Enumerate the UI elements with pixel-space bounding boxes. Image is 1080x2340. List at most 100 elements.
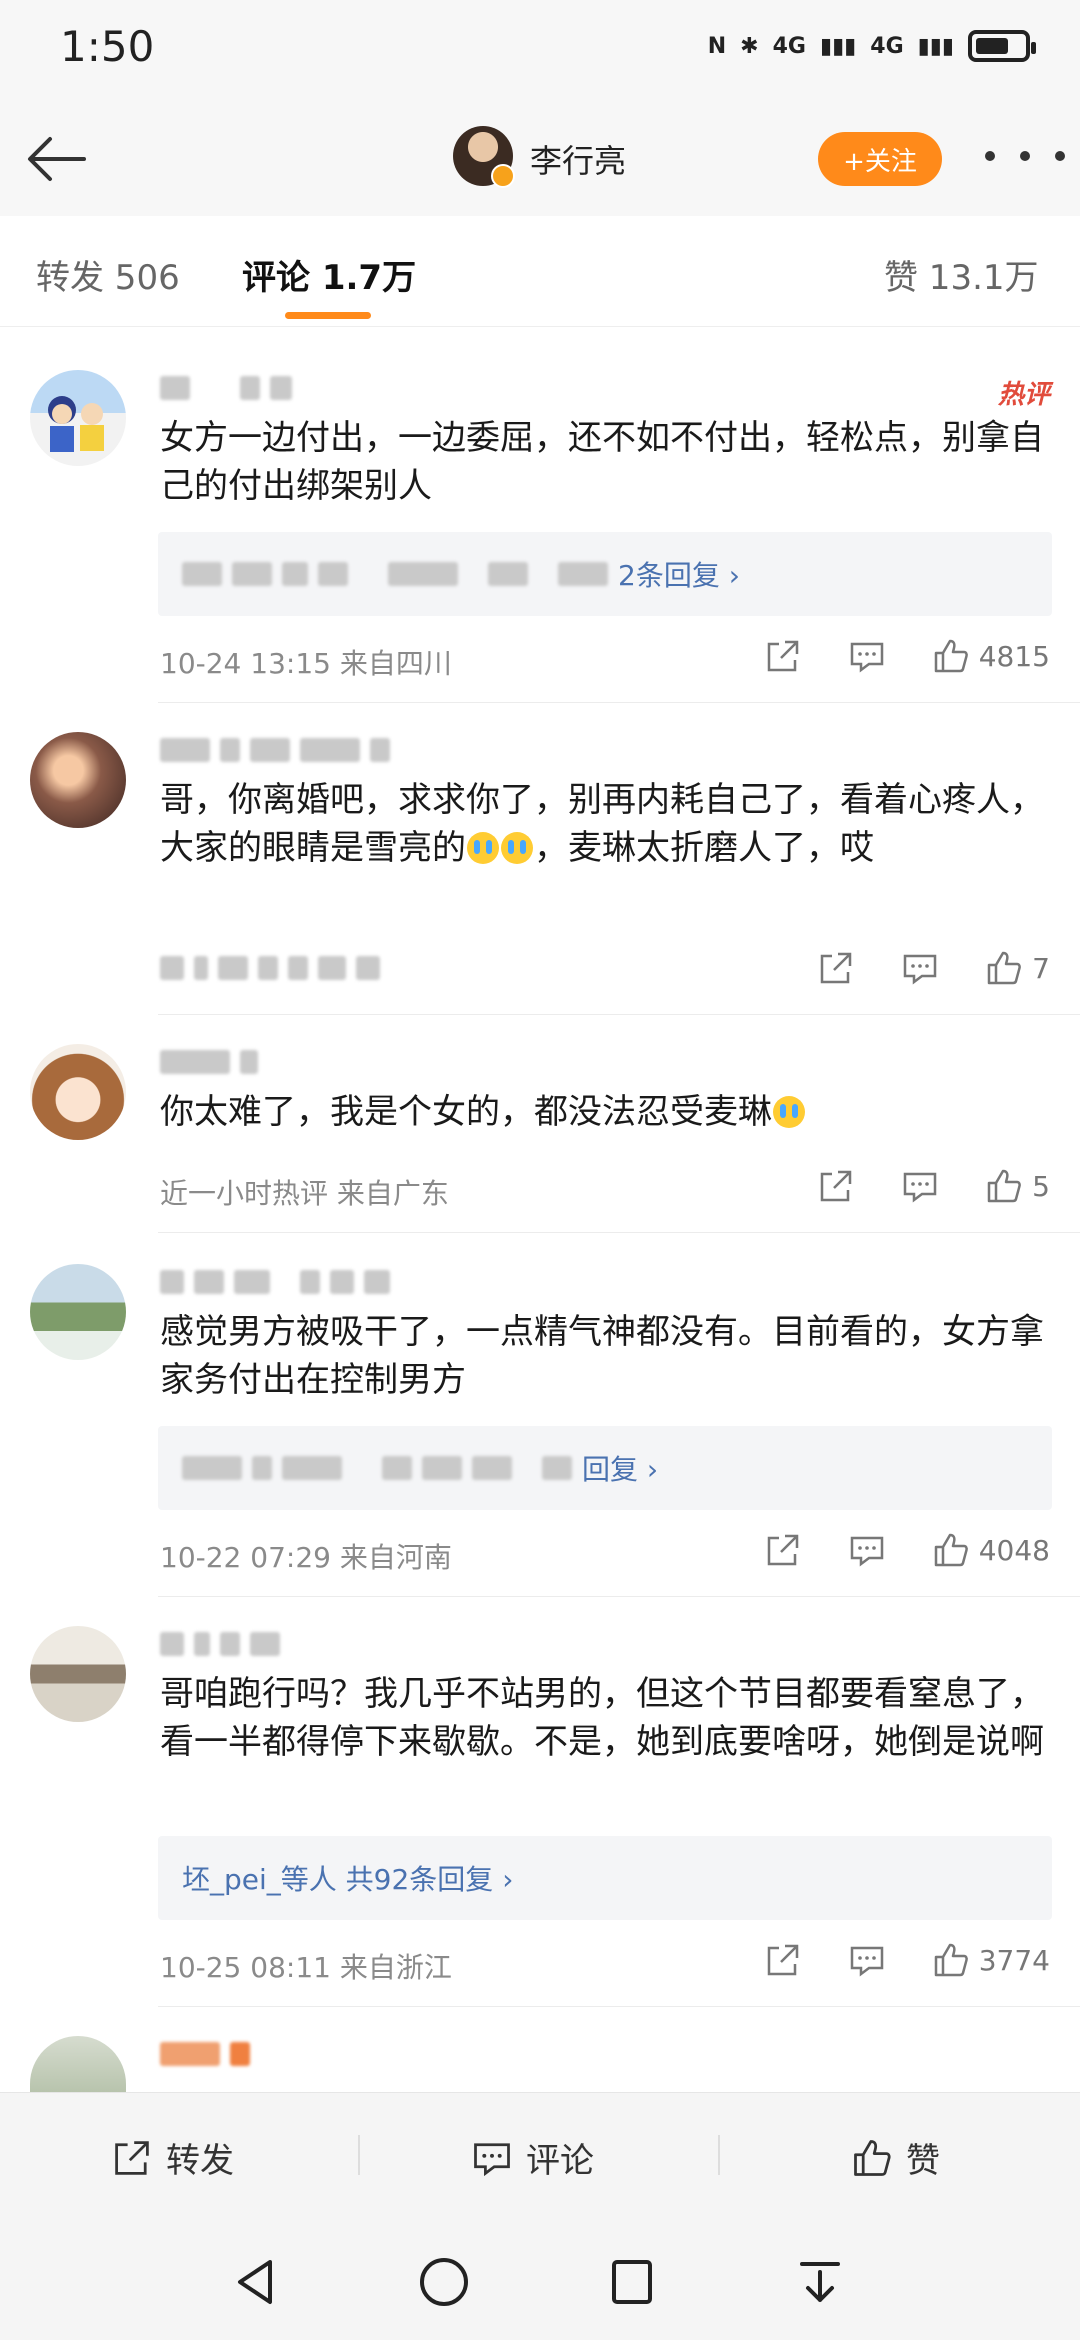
divider [158,702,1080,703]
comment-text: 哥，你离婚吧，求求你了，别再内耗自己了，看着心疼人，大家的眼睛是雪亮的 ，麦琳太折… [160,776,1050,872]
like-button[interactable]: 7 [984,948,1050,988]
nav-header: 李行亮 +关注 [0,100,1080,216]
tab-bar: 转发 506 评论 1.7万 赞 13.1万 [0,216,1080,327]
reply-button[interactable] [900,1166,940,1206]
commenter-name-blurred[interactable] [160,376,460,404]
comment-text: 你太难了，我是个女的，都没法忍受麦琳 [160,1088,1050,1136]
share-icon [767,1534,798,1566]
commenter-avatar[interactable] [30,1626,126,1722]
repost-button[interactable]: 转发 [110,2133,234,2182]
nav-home-button[interactable] [416,2254,472,2310]
comment-icon [850,1946,883,1977]
comment-actions: 4048 [719,1530,1050,1570]
tab-comments[interactable]: 评论 1.7万 [242,250,416,299]
comment-meta: 近一小时热评 来自广东 [160,1177,449,1210]
share-button[interactable] [763,636,803,676]
comment-text: 哥咱跑行吗？我几乎不站男的，但这个节目都要看窒息了，看一半都得停下来歇歇。不是，… [160,1674,1044,1762]
comment-icon [903,954,937,985]
comment-icon [474,2142,510,2176]
commenter-name-blurred[interactable] [160,1270,460,1298]
share-button[interactable] [763,1940,803,1980]
like-post-button[interactable]: 赞 [850,2133,940,2182]
tab-likes[interactable]: 赞 13.1万 [884,250,1039,299]
bottom-action-bar: 转发 评论 赞 [0,2092,1080,2219]
crying-emoji-icon [501,832,533,864]
comment-text: 女方一边付出，一边委屈，还不如不付出，轻松点，别拿自己的付出绑架别人 [160,418,1044,506]
signal-icon-1: 4G [772,33,806,59]
triangle-back-icon [238,2260,272,2304]
comment-meta: 10-24 13:15 来自四川 [160,647,452,680]
comment-text-main: 你太难了，我是个女的，都没法忍受麦琳 [160,1092,772,1132]
commenter-name-blurred[interactable] [160,1632,460,1660]
like-count: 5 [1032,1169,1050,1203]
share-icon [767,1944,798,1976]
circle-home-icon [420,2258,468,2306]
share-button[interactable] [816,948,856,988]
share-icon [820,1170,852,1202]
commenter-avatar[interactable] [30,732,126,828]
cartoon-avatar-icon [48,396,104,452]
comment-actions: 7 [772,948,1050,988]
back-arrow-icon [28,137,86,181]
commenter-avatar[interactable] [30,1044,126,1140]
reply-button[interactable] [847,1940,887,1980]
comment-text-tail: ，麦琳太折磨人了，哎 [534,828,874,868]
share-button[interactable] [816,1166,856,1206]
thumbs-up-icon [854,2139,891,2176]
repost-icon [115,2140,149,2175]
like-button[interactable]: 5 [984,1166,1050,1206]
comment-text: 感觉男方被吸干了，一点精气神都没有。目前看的，女方拿家务付出在控制男方 [160,1312,1044,1400]
divider [158,1596,1080,1597]
like-button[interactable]: 3774 [931,1940,1050,1980]
dot-icon [985,151,995,161]
like-count: 4815 [978,639,1050,673]
author-name[interactable]: 李行亮 [530,136,626,182]
comment-icon [850,1536,883,1567]
comment-label: 评论 [526,2141,594,2181]
nav-recents-button[interactable] [604,2254,660,2310]
like-count: 7 [1032,951,1050,985]
reply-summary[interactable]: 2条回复 › [158,532,1052,616]
follow-button[interactable]: +关注 [818,132,942,186]
thumbs-up-icon [934,1533,968,1567]
signal-bars-icon-1: ▮▮▮ [819,33,857,59]
comment-icon [903,1172,937,1203]
commenter-avatar[interactable] [30,370,126,466]
signal-icon-2: 4G [870,33,904,59]
like-button[interactable]: 4815 [931,636,1050,676]
nav-dropdown-button[interactable] [792,2254,848,2310]
like-button[interactable]: 4048 [931,1530,1050,1570]
share-button[interactable] [763,1530,803,1570]
thumbs-up-icon [987,951,1022,985]
comment-button[interactable]: 评论 [470,2133,594,2182]
more-options-button[interactable] [985,136,1065,176]
thumbs-up-icon [934,1943,968,1977]
share-icon [820,952,852,984]
like-count: 4048 [978,1533,1050,1567]
dot-icon [1020,151,1030,161]
commenter-name-blurred[interactable] [160,1050,460,1078]
signal-bars-icon-2: ▮▮▮ [917,33,954,59]
status-icons: N ✱ 4G ▮▮▮ 4G ▮▮▮ [708,30,1036,62]
reply-button[interactable] [847,1530,887,1570]
bluetooth-icon: ✱ [740,33,759,59]
reply-summary[interactable]: 回复 › [158,1426,1052,1510]
nav-back-button[interactable] [228,2254,284,2310]
author-avatar[interactable] [453,126,515,188]
comment-actions: 5 [772,1166,1050,1206]
status-bar: 1:50 N ✱ 4G ▮▮▮ 4G ▮▮▮ [0,0,1080,100]
divider [158,1232,1080,1233]
commenter-avatar[interactable] [30,2036,126,2092]
reply-button[interactable] [847,636,887,676]
commenter-name-blurred[interactable] [160,738,460,766]
reply-summary[interactable]: 坯_pei_等人 共92条回复 › [158,1836,1052,1920]
commenter-name-blurred[interactable] [160,2042,460,2070]
back-button[interactable] [22,124,92,194]
like-label: 赞 [906,2141,940,2181]
dot-icon [1055,151,1065,161]
reply-button[interactable] [900,948,940,988]
tab-reposts[interactable]: 转发 506 [36,250,180,299]
comment-actions: 3774 [719,1940,1050,1980]
commenter-avatar[interactable] [30,1264,126,1360]
comment-meta: 10-25 08:11 来自浙江 [160,1951,452,1984]
